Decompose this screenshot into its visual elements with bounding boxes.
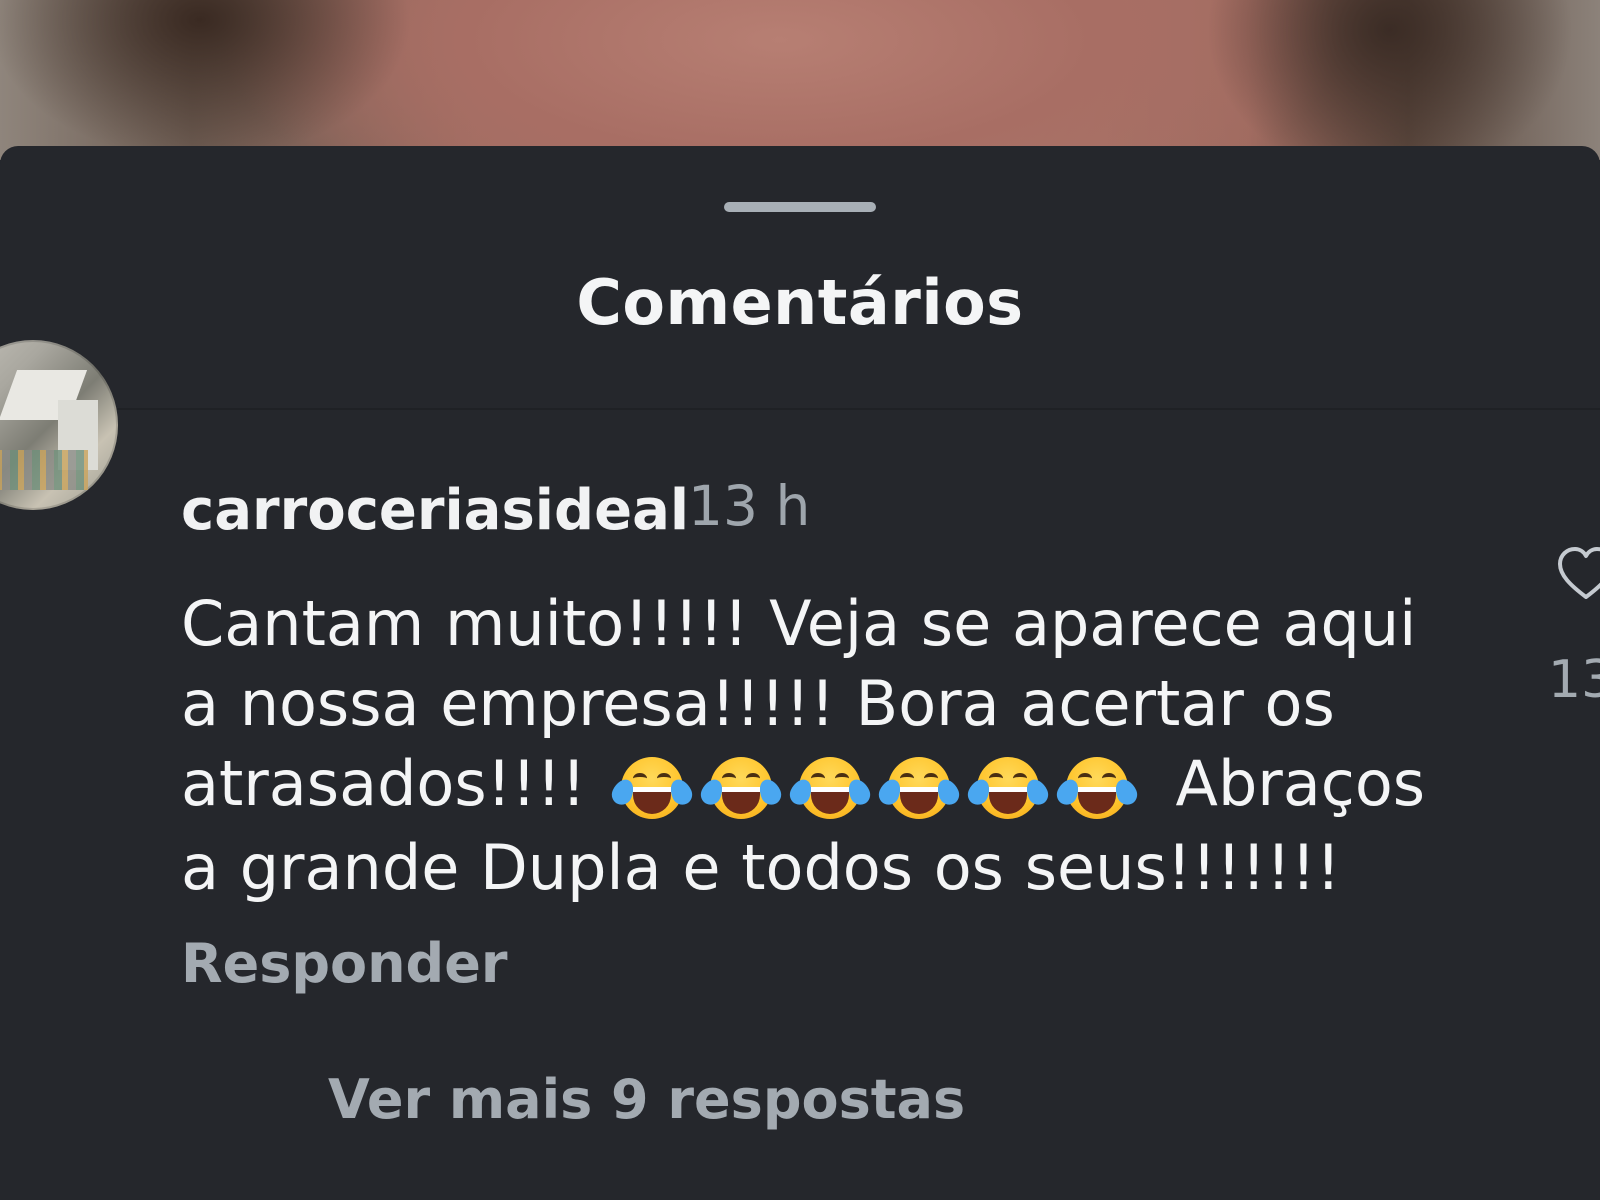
face-with-tears-of-joy-icon [697,756,785,827]
reply-button[interactable]: Responder [181,932,507,995]
emoji-group [608,748,1147,828]
heart-outline-icon[interactable] [1556,545,1600,605]
emoji-part [1077,772,1092,784]
comments-screen: Comentários carroceriasideal 13 h Cantam… [0,0,1600,1200]
emoji-part [721,772,736,784]
avatar-lot-shape [0,450,88,490]
emoji-part [1012,772,1027,784]
heart-outline-icon-svg [1558,547,1600,599]
emoji-part [1101,772,1116,784]
emoji-part [899,772,914,784]
face-with-tears-of-joy-icon [875,756,963,827]
sheet-title: Comentários [576,266,1024,339]
comment-text: Cantam muito!!!!! Veja se aparece aqui a… [181,584,1451,908]
emoji-part [656,772,671,784]
emoji-part [988,772,1003,784]
emoji-part [834,772,849,784]
face-with-tears-of-joy-icon [964,756,1052,827]
emoji-part [810,772,825,784]
header-divider [0,408,1600,410]
face-with-tears-of-joy-icon [1053,756,1141,827]
view-more-replies-button[interactable]: Ver mais 9 respostas [328,1068,965,1131]
face-with-tears-of-joy-icon [786,756,874,827]
background-video-frame[interactable] [0,0,1600,160]
emoji-part [632,772,647,784]
like-count: 13 [1548,650,1600,710]
comment-username[interactable]: carroceriasideal [181,478,689,543]
face-with-tears-of-joy-icon [608,756,696,827]
comment-timestamp: 13 h [688,474,811,538]
sheet-drag-handle[interactable] [724,202,876,212]
emoji-part [745,772,760,784]
emoji-part [923,772,938,784]
